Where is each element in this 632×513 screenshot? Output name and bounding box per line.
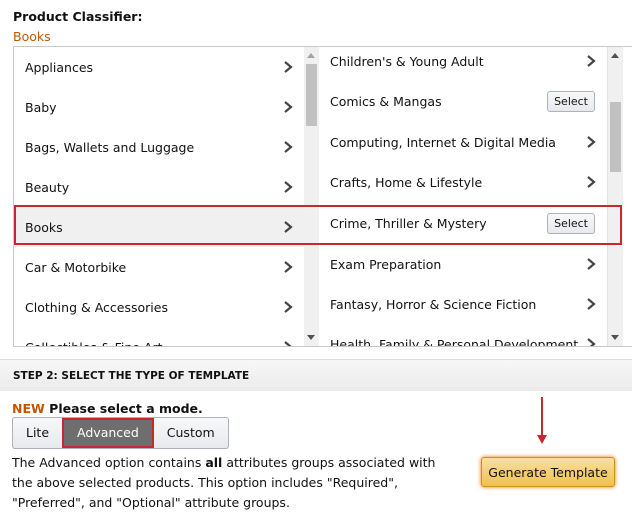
chevron-right-icon	[587, 55, 596, 67]
scrollbar-thumb[interactable]	[610, 102, 621, 172]
step2-heading: STEP 2: SELECT THE TYPE OF TEMPLATE	[0, 359, 632, 391]
chevron-right-icon	[284, 141, 293, 153]
mode-prompt: NEW Please select a mode.	[12, 401, 203, 416]
category-label: Car & Motorbike	[25, 259, 127, 275]
mode-lite-button[interactable]: Lite	[13, 418, 62, 448]
chevron-right-icon	[284, 221, 293, 233]
chevron-right-icon	[284, 301, 293, 313]
category-label: Baby	[25, 99, 57, 115]
chevron-right-icon	[587, 258, 596, 270]
chevron-right-icon	[284, 61, 293, 73]
scroll-up-icon[interactable]	[611, 53, 619, 58]
category-browser: Appliances Baby Bags, Wallets and Luggag…	[13, 46, 632, 347]
subcategory-label: Computing, Internet & Digital Media	[330, 134, 556, 150]
left-column-scrollbar[interactable]	[304, 47, 319, 346]
chevron-right-icon	[587, 136, 596, 148]
chevron-right-icon	[587, 298, 596, 310]
category-row[interactable]: Beauty	[14, 167, 304, 207]
subcategory-label: Crime, Thriller & Mystery	[330, 215, 487, 231]
subcategory-label: Children's & Young Adult	[330, 53, 484, 69]
desc-bold: all	[205, 455, 223, 470]
right-category-column: Children's & Young Adult Comics & Mangas…	[319, 47, 607, 346]
mode-prompt-text: Please select a mode.	[49, 401, 203, 416]
category-label: Appliances	[25, 59, 94, 75]
new-badge: NEW	[12, 401, 45, 416]
category-row[interactable]: Collectibles & Fine Art	[14, 327, 304, 346]
subcategory-row[interactable]: Children's & Young Adult	[319, 47, 607, 81]
category-label: Collectibles & Fine Art	[14, 340, 282, 347]
subcategory-label: Exam Preparation	[330, 256, 442, 272]
desc-text: The Advanced option contains	[12, 455, 206, 470]
mode-advanced-button[interactable]: Advanced	[62, 418, 154, 448]
product-classifier-title: Product Classifier:	[13, 9, 143, 24]
subcategory-row[interactable]: Fantasy, Horror & Science Fiction	[319, 284, 607, 324]
subcategory-row[interactable]: Computing, Internet & Digital Media	[319, 122, 607, 162]
subcategory-row-highlighted[interactable]: Crime, Thriller & Mystery Select	[319, 203, 607, 243]
select-button[interactable]: Select	[547, 90, 595, 112]
generate-template-button[interactable]: Generate Template	[481, 457, 615, 487]
category-label: Beauty	[25, 179, 70, 195]
subcategory-row[interactable]: Comics & Mangas Select	[319, 81, 607, 121]
mode-custom-button[interactable]: Custom	[154, 418, 228, 448]
subcategory-label: Health, Family & Personal Development	[330, 336, 579, 347]
category-row[interactable]: Clothing & Accessories	[14, 287, 304, 327]
right-column-scrollbar[interactable]	[607, 47, 623, 346]
breadcrumb[interactable]: Books	[13, 29, 51, 44]
subcategory-row[interactable]: Crafts, Home & Lifestyle	[319, 162, 607, 202]
category-row[interactable]: Baby	[14, 87, 304, 127]
subcategory-label: Comics & Mangas	[330, 93, 442, 109]
category-label: Books	[25, 219, 63, 235]
subcategory-row[interactable]: Exam Preparation	[319, 244, 607, 284]
subcategory-row[interactable]: Health, Family & Personal Development	[319, 324, 607, 346]
category-row[interactable]: Bags, Wallets and Luggage	[14, 127, 304, 167]
chevron-right-icon	[284, 101, 293, 113]
category-row[interactable]: Car & Motorbike	[14, 247, 304, 287]
scroll-up-icon[interactable]	[307, 53, 315, 58]
subcategory-label: Crafts, Home & Lifestyle	[330, 174, 483, 190]
chevron-right-icon	[587, 338, 596, 346]
category-row-selected[interactable]: Books	[14, 207, 304, 247]
chevron-right-icon	[284, 181, 293, 193]
arrow-down-icon	[537, 435, 547, 444]
select-button[interactable]: Select	[547, 212, 595, 234]
category-row[interactable]: Appliances	[14, 47, 304, 87]
chevron-right-icon	[284, 341, 292, 346]
mode-selector: Lite Advanced Custom	[12, 417, 229, 449]
annotation-arrow	[541, 397, 543, 435]
chevron-right-icon	[587, 176, 596, 188]
mode-description: The Advanced option contains all attribu…	[12, 453, 452, 513]
subcategory-label: Fantasy, Horror & Science Fiction	[330, 296, 537, 312]
left-category-column: Appliances Baby Bags, Wallets and Luggag…	[14, 47, 304, 346]
category-label: Clothing & Accessories	[25, 299, 168, 315]
scrollbar-thumb[interactable]	[306, 64, 317, 126]
chevron-right-icon	[284, 261, 293, 273]
scroll-down-icon[interactable]	[611, 335, 619, 340]
category-label: Bags, Wallets and Luggage	[25, 139, 195, 155]
scroll-down-icon[interactable]	[307, 335, 315, 340]
